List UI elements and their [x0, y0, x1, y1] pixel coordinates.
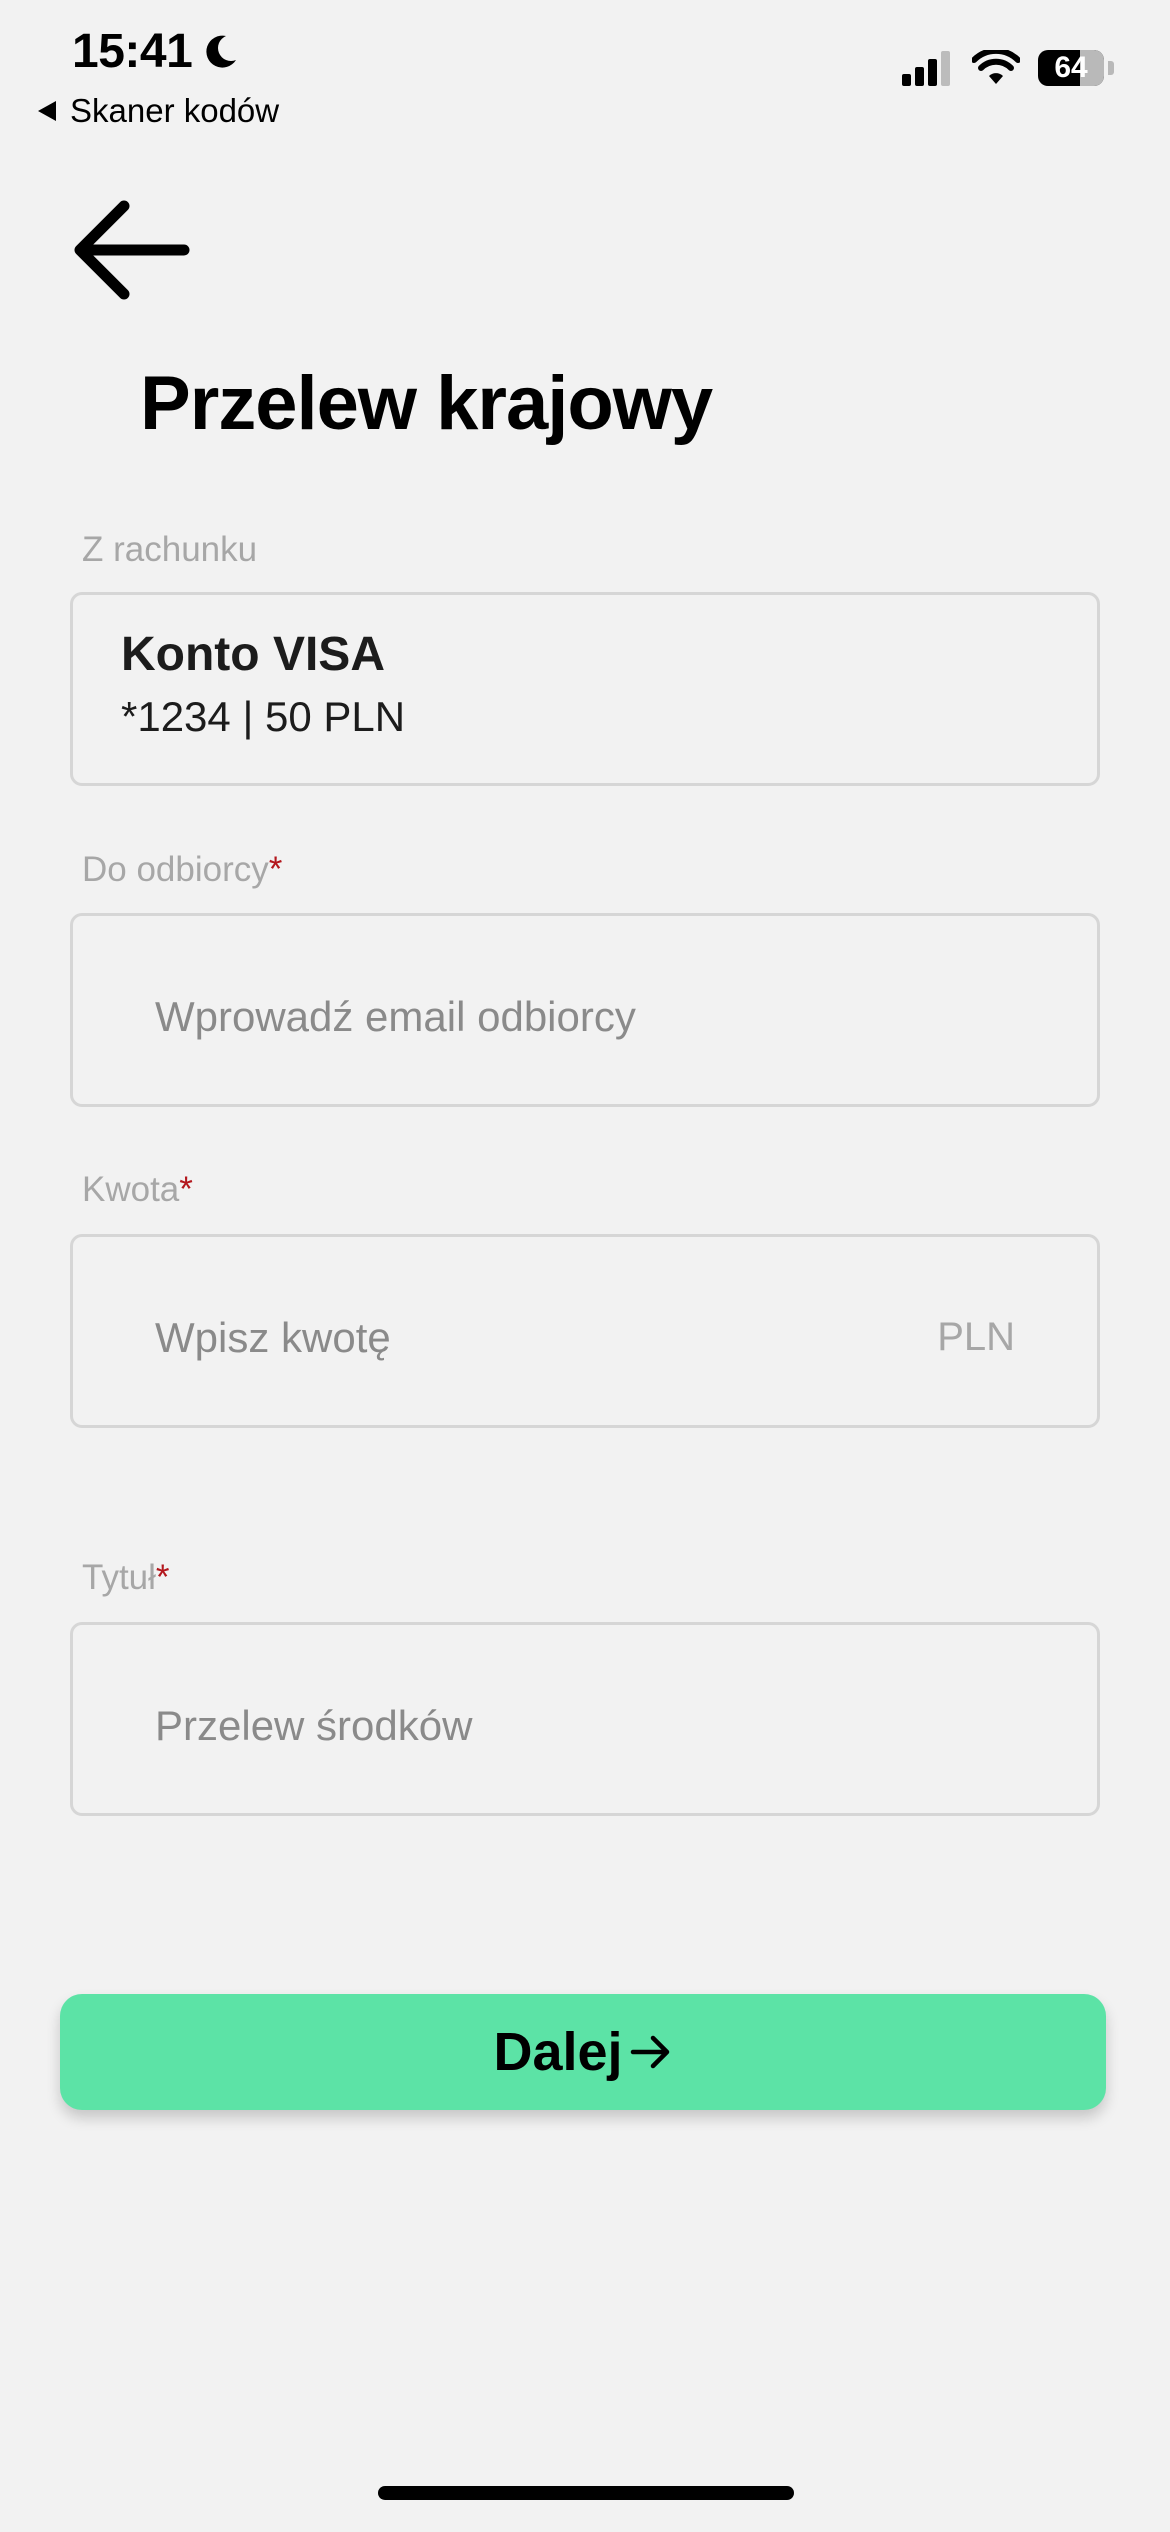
required-asterisk: * [268, 850, 283, 889]
battery-icon: 64 [1038, 50, 1104, 86]
recipient-field[interactable] [70, 913, 1100, 1107]
back-to-app-link[interactable]: Skaner kodów [36, 92, 279, 130]
currency-label: PLN [937, 1315, 1015, 1359]
amount-input[interactable] [155, 1237, 975, 1425]
recipient-label: Do odbiorcy* [82, 850, 282, 890]
required-asterisk: * [179, 1170, 193, 1209]
next-button-label: Dalej [493, 2022, 623, 2082]
transfer-title-input[interactable] [155, 1625, 975, 1813]
status-time-text: 15:41 [72, 25, 193, 78]
battery-cap [1108, 61, 1114, 75]
from-account-label: Z rachunku [82, 530, 257, 570]
amount-label-text: Kwota [82, 1170, 180, 1209]
from-account-label-text: Z rachunku [82, 530, 258, 569]
amount-field[interactable]: PLN [70, 1234, 1100, 1428]
recipient-label-text: Do odbiorcy [82, 850, 269, 889]
screen: 15:41 Skaner kodów 64 Przelew krajowy Z … [0, 0, 1170, 2532]
next-button[interactable]: Dalej [60, 1994, 1106, 2110]
battery-level: 64 [1054, 51, 1088, 84]
moon-icon [206, 35, 237, 68]
home-indicator[interactable] [378, 2486, 794, 2500]
page-title: Przelew krajowy [140, 361, 713, 446]
wifi-icon [972, 50, 1020, 84]
transfer-title-label: Tytuł* [82, 1558, 170, 1598]
account-name: Konto VISA [121, 628, 385, 681]
from-account-selector[interactable]: Konto VISA *1234 | 50 PLN [70, 592, 1100, 786]
back-triangle-icon [38, 101, 56, 121]
recipient-email-input[interactable] [155, 916, 975, 1104]
transfer-title-field[interactable] [70, 1622, 1100, 1816]
status-time: 15:41 [72, 24, 240, 79]
cellular-signal-icon [902, 51, 950, 86]
transfer-title-label-text: Tytuł [82, 1558, 156, 1597]
arrow-right-icon [630, 2035, 669, 2069]
account-detail: *1234 | 50 PLN [121, 693, 406, 740]
amount-label: Kwota* [82, 1170, 193, 1210]
required-asterisk: * [155, 1558, 170, 1597]
back-arrow-icon[interactable] [72, 196, 196, 306]
back-to-app-label: Skaner kodów [70, 92, 280, 129]
status-indicators: 64 [902, 50, 1114, 86]
